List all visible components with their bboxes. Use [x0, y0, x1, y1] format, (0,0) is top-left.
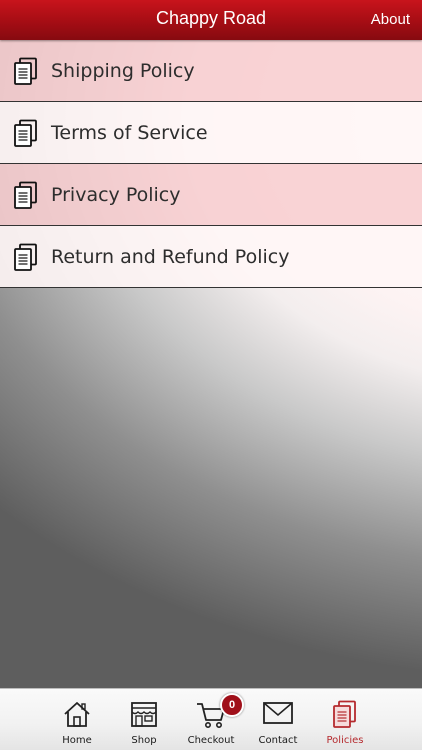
shop-icon: [131, 702, 157, 727]
document-icon: [14, 243, 37, 271]
policy-item-shipping[interactable]: Shipping Policy: [0, 40, 422, 102]
mail-icon: [263, 702, 293, 724]
policy-label: Shipping Policy: [51, 60, 195, 82]
tab-label: Home: [62, 735, 92, 746]
tab-label: Contact: [258, 735, 298, 746]
bottom-tab-bar: Home Shop Checkout Contact Policies: [0, 688, 422, 750]
document-icon: [14, 181, 37, 209]
tab-label: Policies: [326, 735, 364, 746]
home-icon: [64, 702, 90, 727]
about-button[interactable]: About: [371, 11, 410, 28]
app-screen: Chappy Road About Shipping Policy Terms …: [0, 0, 422, 750]
tab-home[interactable]: Home: [44, 689, 110, 750]
tab-label: Checkout: [187, 735, 235, 746]
policy-label: Return and Refund Policy: [51, 246, 290, 268]
tab-shop[interactable]: Shop: [111, 689, 177, 750]
document-icon: [333, 700, 356, 728]
app-title: Chappy Road: [155, 8, 267, 28]
policy-item-privacy[interactable]: Privacy Policy: [0, 164, 422, 226]
document-icon: [14, 119, 37, 147]
policy-list: Shipping Policy Terms of Service Privacy…: [0, 40, 422, 288]
policy-item-return-refund[interactable]: Return and Refund Policy: [0, 226, 422, 288]
tab-policies[interactable]: Policies: [312, 689, 378, 750]
policy-label: Terms of Service: [51, 122, 208, 144]
document-icon: [14, 57, 37, 85]
tab-contact[interactable]: Contact: [245, 689, 311, 750]
tab-label: Shop: [131, 735, 157, 746]
policy-label: Privacy Policy: [51, 184, 181, 206]
policy-item-terms[interactable]: Terms of Service: [0, 102, 422, 164]
cart-count-badge: 0: [220, 693, 244, 717]
header-bar: Chappy Road About: [0, 0, 422, 40]
